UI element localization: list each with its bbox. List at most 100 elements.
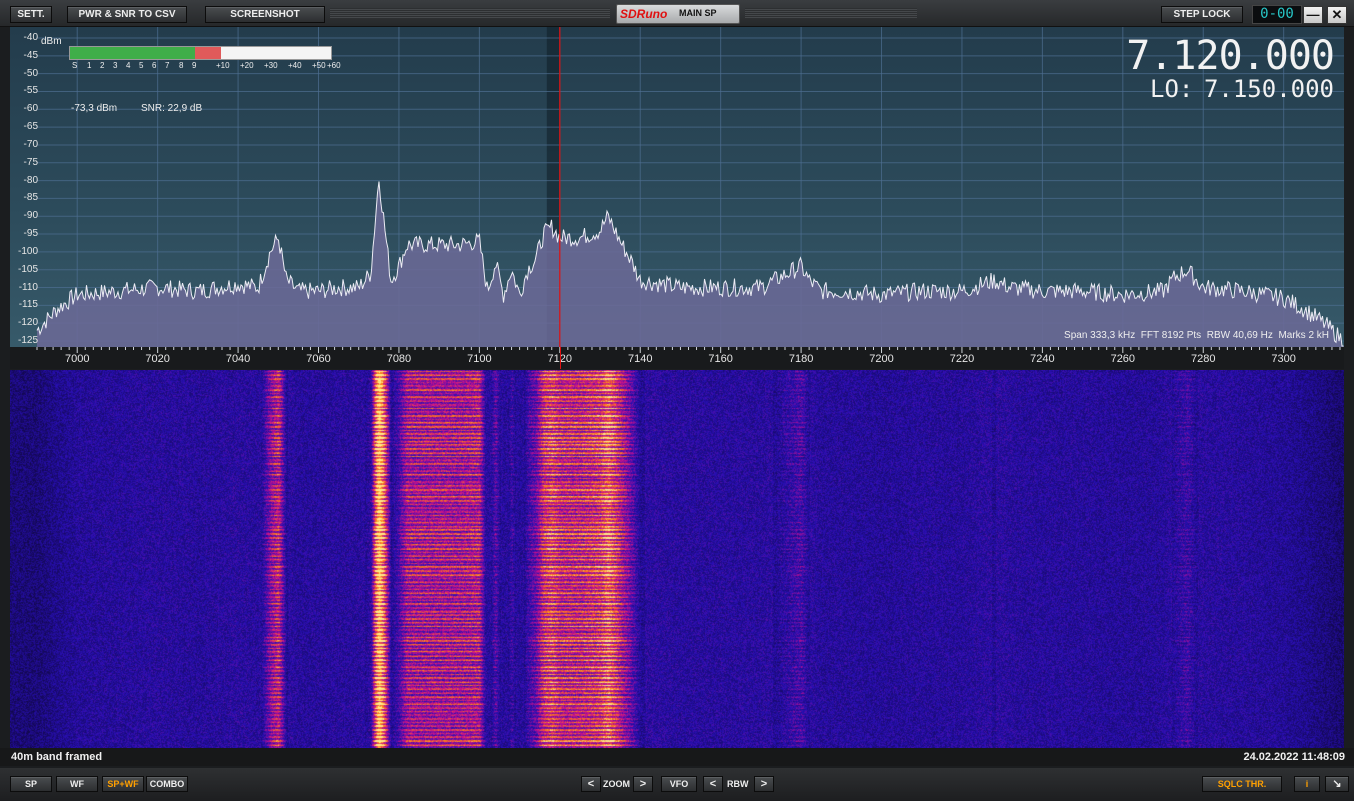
- marks-info: Marks 2 kH: [1278, 330, 1329, 341]
- s-meter-scale-label: 5: [139, 61, 144, 70]
- s-meter-scale-label: 1: [87, 61, 92, 70]
- y-tick-label: -95: [23, 228, 38, 240]
- y-tick-label: -120: [17, 317, 38, 329]
- drag-grip[interactable]: [330, 8, 610, 18]
- x-tick-label: 7260: [1110, 353, 1136, 365]
- x-tick-label: 7100: [467, 353, 492, 365]
- x-tick-label: 7240: [1030, 353, 1055, 365]
- waterfall-canvas[interactable]: [10, 370, 1344, 748]
- logo-brand: SDRuno: [620, 7, 668, 21]
- pwr-snr-to-csv-button[interactable]: PWR & SNR TO CSV: [67, 6, 187, 23]
- close-icon[interactable]: ✕: [1327, 6, 1347, 24]
- s-meter-scale: S 1 2 3 4 5 6 7 8 9 +10 +20 +30 +40 +50 +60: [69, 61, 341, 71]
- info-icon[interactable]: i: [1294, 776, 1320, 792]
- s-meter-scale-label: +40: [288, 61, 302, 70]
- rbw-info: RBW 40,69 Hz: [1206, 330, 1273, 341]
- y-tick-label: -60: [23, 103, 38, 115]
- y-tick-label: -90: [23, 210, 38, 222]
- zoom-out-button[interactable]: <: [581, 776, 601, 792]
- dbm-unit-label: dBm: [41, 36, 62, 47]
- y-tick-label: -105: [17, 263, 38, 275]
- zoom-label: ZOOM: [603, 779, 630, 789]
- s-meter-scale-label: +50: [312, 61, 326, 70]
- x-tick-label: 7160: [708, 353, 733, 365]
- x-tick-label: 7280: [1190, 353, 1216, 365]
- y-tick-label: -45: [23, 49, 38, 61]
- x-tick-label: 7180: [788, 353, 814, 365]
- y-tick-label: -115: [18, 299, 38, 311]
- axis-tuned-marker: [559, 347, 561, 369]
- status-timestamp: 24.02.2022 11:48:09: [1243, 751, 1345, 763]
- drag-grip-right[interactable]: [745, 8, 917, 18]
- s-meter-scale-label: 2: [100, 61, 105, 70]
- wf-mode-button[interactable]: WF: [56, 776, 98, 792]
- step-lock-button[interactable]: STEP LOCK: [1161, 6, 1243, 23]
- signal-level-readout: -73,3 dBm: [71, 103, 118, 114]
- sp-wf-mode-button[interactable]: SP+WF: [102, 776, 144, 792]
- x-tick-label: 7200: [869, 353, 894, 365]
- s-meter: [69, 46, 332, 60]
- x-tick-label: 7220: [949, 353, 975, 365]
- spectrum-display[interactable]: -40 -45 -50 -55 -60 -65 -70 -75 -80 -85 -90 -95 -100…: [10, 27, 1344, 347]
- y-tick-label: -75: [23, 156, 38, 168]
- window-title: MAIN SP: [679, 8, 717, 18]
- lo-label: LO:: [1150, 75, 1194, 103]
- s-meter-scale-label: +20: [240, 61, 254, 70]
- x-tick-label: 7020: [145, 353, 170, 365]
- step-counter: 0-00: [1252, 5, 1302, 24]
- waterfall-display[interactable]: [10, 370, 1344, 748]
- sqlc-threshold-button[interactable]: SQLC THR.: [1202, 776, 1282, 792]
- y-tick-label: -50: [23, 67, 38, 79]
- s-meter-scale-label: 4: [126, 61, 131, 70]
- combo-mode-button[interactable]: COMBO: [146, 776, 188, 792]
- screenshot-button[interactable]: SCREENSHOT: [205, 6, 325, 23]
- s-meter-scale-label: 7: [165, 61, 170, 70]
- span-info: Span 333,3 kHz: [1064, 330, 1136, 341]
- s-meter-scale-label: +30: [264, 61, 278, 70]
- x-tick-label: 7300: [1271, 353, 1296, 365]
- y-tick-label: -80: [23, 174, 38, 186]
- y-tick-label: -40: [23, 32, 38, 43]
- y-tick-label: -70: [23, 138, 38, 150]
- sp-mode-button[interactable]: SP: [10, 776, 52, 792]
- status-left: 40m band framed: [11, 751, 103, 763]
- minimize-icon[interactable]: —: [1303, 6, 1323, 24]
- x-tick-label: 7000: [64, 353, 90, 365]
- x-tick-label: 7060: [306, 353, 331, 365]
- s-meter-bar: [70, 47, 195, 59]
- frequency-axis[interactable]: 7000702070407060708071007120714071607180…: [10, 347, 1344, 369]
- y-tick-label: -65: [23, 121, 38, 133]
- y-tick-label: -85: [23, 192, 38, 204]
- fft-info: FFT 8192 Pts: [1140, 330, 1202, 341]
- settings-button[interactable]: SETT.: [10, 6, 52, 23]
- x-tick-label: 7080: [386, 353, 412, 365]
- y-tick-label: -100: [17, 245, 38, 257]
- x-tick-label: 7040: [225, 353, 251, 365]
- spectrum-area: [37, 181, 1344, 347]
- top-toolbar: SETT. PWR & SNR TO CSV SCREENSHOT SDRuno…: [0, 0, 1354, 27]
- s-meter-scale-label: 6: [152, 61, 157, 70]
- s-meter-overload-bar: [195, 47, 222, 59]
- s-meter-scale-label: +10: [216, 61, 230, 70]
- x-tick-label: 7140: [627, 353, 653, 365]
- zoom-in-button[interactable]: >: [633, 776, 653, 792]
- rbw-label: RBW: [727, 779, 749, 789]
- y-tick-label: -125: [17, 335, 38, 346]
- s-meter-scale-label: 3: [113, 61, 118, 70]
- sdruno-logo: SDRuno MAIN SP: [616, 4, 740, 24]
- frequency-ticks: [36, 347, 1341, 353]
- snr-readout: SNR: 22,9 dB: [141, 103, 203, 114]
- s-meter-scale-label: S: [72, 61, 78, 70]
- status-bar: 40m band framed 24.02.2022 11:48:09: [0, 748, 1354, 766]
- lo-frequency-display[interactable]: 7.150.000: [1204, 75, 1334, 103]
- spectrum-info: Span 333,3 kHz FFT 8192 Pts RBW 40,69 Hz…: [1064, 330, 1329, 341]
- vfo-button[interactable]: VFO: [661, 776, 697, 792]
- main-frequency-display[interactable]: 7.120.000: [1126, 33, 1335, 79]
- s-meter-scale-label: 9: [192, 61, 197, 70]
- s-meter-scale-label: +60: [327, 61, 341, 70]
- y-tick-label: -110: [18, 281, 38, 293]
- rbw-down-button[interactable]: <: [703, 776, 723, 792]
- y-tick-label: -55: [23, 85, 38, 97]
- resize-icon[interactable]: ↘: [1325, 776, 1349, 792]
- rbw-up-button[interactable]: >: [754, 776, 774, 792]
